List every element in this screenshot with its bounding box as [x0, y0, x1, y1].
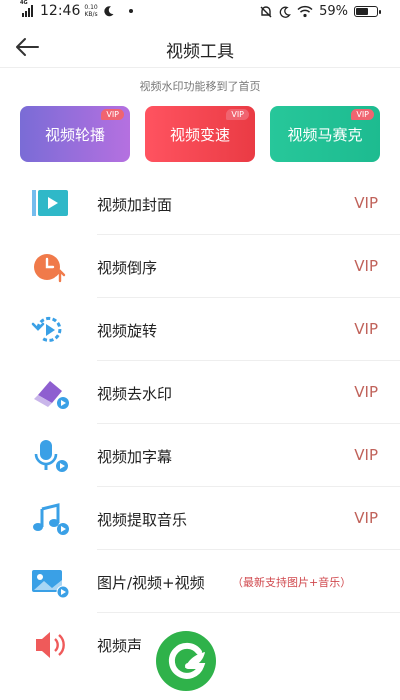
status-bar: 4G 12:46 0.10 KB/s 59%	[0, 0, 400, 26]
microphone-icon	[34, 440, 68, 472]
card-label: 视频变速	[169, 125, 230, 144]
list-item-extract-music[interactable]: 视频提取音乐 VIP	[0, 487, 400, 550]
speaker-icon	[36, 632, 65, 658]
vip-badge: VIP	[351, 109, 374, 120]
list-item-video-cover[interactable]: 视频加封面 VIP	[0, 172, 400, 235]
wifi-icon	[297, 5, 313, 18]
vip-tag: VIP	[354, 383, 378, 401]
battery-icon	[354, 6, 381, 17]
rotate-icon	[31, 316, 62, 342]
battery-percent: 59%	[319, 4, 348, 19]
feature-cards: 视频轮播 VIP 视频变速 VIP 视频马赛克 VIP	[20, 106, 380, 162]
list-item-image-video-merge[interactable]: 图片/视频+视频 （最新支持图片+音乐）	[0, 550, 400, 613]
bell-off-icon	[260, 5, 272, 17]
page-header: 视频工具	[0, 30, 400, 66]
tool-list: 视频加封面 VIP 视频倒序 VIP 视频旋转 VIP 视频去水印 VIP 视频…	[0, 172, 400, 676]
clock-reverse-icon	[34, 254, 66, 283]
moon-icon	[279, 6, 291, 18]
status-time: 12:46	[40, 3, 81, 19]
item-label: 视频倒序	[97, 259, 158, 277]
card-label: 视频马赛克	[287, 125, 363, 144]
list-item-remove-watermark[interactable]: 视频去水印 VIP	[0, 361, 400, 424]
item-label: 图片/视频+视频	[97, 574, 205, 592]
notification-dot-icon	[128, 9, 133, 13]
image-video-icon	[32, 570, 70, 599]
vip-tag: VIP	[354, 194, 378, 212]
card-video-mosaic[interactable]: 视频马赛克 VIP	[270, 106, 380, 162]
network-speed: 0.10 KB/s	[84, 4, 98, 18]
list-item-video-reverse[interactable]: 视频倒序 VIP	[0, 235, 400, 298]
page-title: 视频工具	[166, 42, 234, 62]
cellular-signal-icon: 4G	[20, 0, 36, 17]
moon-icon	[104, 6, 114, 17]
vip-tag: VIP	[354, 257, 378, 275]
item-label: 视频旋转	[97, 322, 158, 340]
card-video-carousel[interactable]: 视频轮播 VIP	[20, 106, 130, 162]
item-label: 视频加字幕	[97, 448, 173, 466]
app-logo-icon	[156, 631, 216, 691]
vip-badge: VIP	[226, 109, 249, 120]
music-note-icon	[33, 503, 69, 535]
card-video-speed[interactable]: 视频变速 VIP	[145, 106, 255, 162]
eraser-icon	[34, 381, 69, 409]
item-label: 视频声	[97, 637, 143, 655]
feature-note: （最新支持图片+音乐）	[232, 576, 352, 589]
item-label: 视频加封面	[97, 196, 173, 214]
vip-tag: VIP	[354, 446, 378, 464]
header-divider	[0, 67, 400, 68]
vip-tag: VIP	[354, 509, 378, 527]
vip-badge: VIP	[101, 109, 124, 120]
vip-tag: VIP	[354, 320, 378, 338]
item-label: 视频去水印	[97, 385, 173, 403]
card-label: 视频轮播	[44, 125, 105, 144]
notice-text: 视频水印功能移到了首页	[139, 80, 261, 93]
item-label: 视频提取音乐	[97, 511, 188, 529]
list-item-video-rotate[interactable]: 视频旋转 VIP	[0, 298, 400, 361]
list-item-add-subtitles[interactable]: 视频加字幕 VIP	[0, 424, 400, 487]
video-cover-icon	[32, 190, 68, 216]
